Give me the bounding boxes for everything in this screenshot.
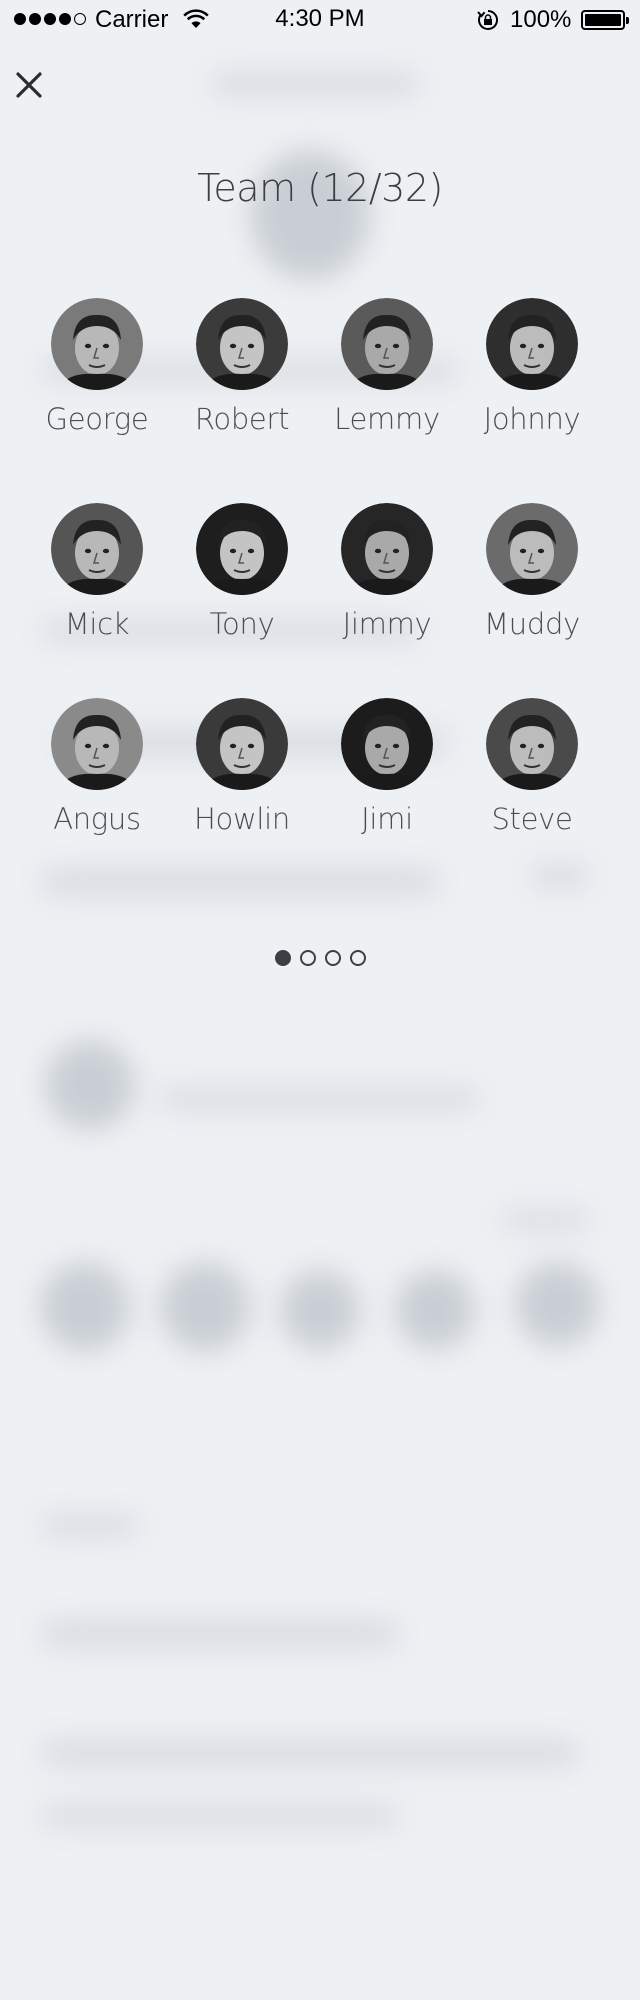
team-member[interactable]: George	[27, 298, 167, 436]
team-member[interactable]: Robert	[172, 298, 312, 436]
avatar	[51, 503, 143, 595]
member-name: Steve	[491, 802, 573, 836]
avatar	[51, 298, 143, 390]
page-dot[interactable]	[349, 950, 366, 966]
page-dot[interactable]	[299, 950, 316, 966]
battery-percentage: 100%	[510, 6, 572, 33]
avatar	[486, 503, 578, 595]
team-member[interactable]: Angus	[27, 698, 167, 836]
member-name: George	[45, 402, 149, 436]
rotation-lock-icon	[477, 10, 498, 30]
close-icon[interactable]	[14, 70, 44, 100]
page-title: Team (12/32)	[197, 166, 443, 210]
member-name: Robert	[194, 402, 290, 436]
avatar	[486, 698, 578, 790]
avatar	[51, 698, 143, 790]
team-member[interactable]: Howlin	[172, 698, 312, 836]
avatar	[341, 298, 433, 390]
member-name: Johnny	[483, 402, 581, 436]
status-bar: Carrier 4:30 PM 100%	[0, 0, 640, 40]
avatar	[486, 298, 578, 390]
avatar	[341, 698, 433, 790]
member-name: Tony	[209, 607, 275, 641]
page-indicator	[0, 950, 640, 966]
page-dot[interactable]	[324, 950, 341, 966]
member-name: Muddy	[484, 607, 580, 641]
team-member[interactable]: Lemmy	[317, 298, 457, 436]
team-member[interactable]: Muddy	[462, 503, 602, 641]
member-name: Mick	[64, 607, 130, 641]
avatar	[196, 698, 288, 790]
team-member[interactable]: Jimmy	[317, 503, 457, 641]
team-member[interactable]: Tony	[172, 503, 312, 641]
team-member[interactable]: Johnny	[462, 298, 602, 436]
page-dot[interactable]	[274, 950, 291, 966]
battery-icon	[581, 10, 629, 30]
avatar	[196, 503, 288, 595]
team-member[interactable]: Jimi	[317, 698, 457, 836]
member-name: Angus	[53, 802, 141, 836]
avatar	[341, 503, 433, 595]
team-member[interactable]: Mick	[27, 503, 167, 641]
team-member[interactable]: Steve	[462, 698, 602, 836]
member-name: Jimmy	[342, 607, 432, 641]
member-name: Lemmy	[334, 402, 440, 436]
avatar	[196, 298, 288, 390]
member-name: Howlin	[194, 802, 290, 836]
member-name: Jimi	[361, 802, 413, 836]
